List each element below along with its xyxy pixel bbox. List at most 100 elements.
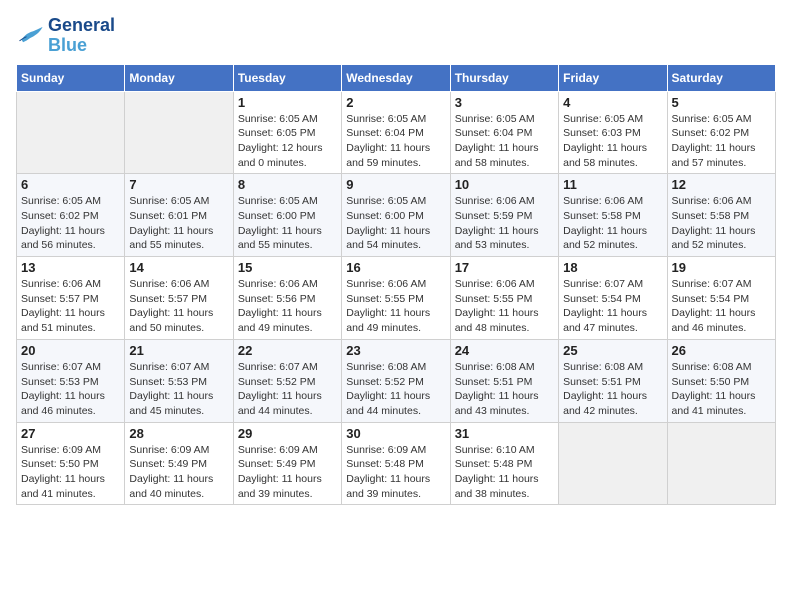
day-number: 10 — [455, 177, 554, 192]
logo-bird-icon — [16, 25, 44, 47]
day-number: 11 — [563, 177, 662, 192]
calendar-cell: 25 Sunrise: 6:08 AM Sunset: 5:51 PM Dayli… — [559, 339, 667, 422]
day-info: Sunrise: 6:05 AM Sunset: 6:04 PM Dayligh… — [455, 112, 554, 171]
day-number: 24 — [455, 343, 554, 358]
day-info: Sunrise: 6:05 AM Sunset: 6:00 PM Dayligh… — [238, 194, 337, 253]
day-number: 4 — [563, 95, 662, 110]
day-info: Sunrise: 6:06 AM Sunset: 5:57 PM Dayligh… — [21, 277, 120, 336]
day-info: Sunrise: 6:05 AM Sunset: 6:00 PM Dayligh… — [346, 194, 445, 253]
day-info: Sunrise: 6:09 AM Sunset: 5:49 PM Dayligh… — [238, 443, 337, 502]
day-header-tuesday: Tuesday — [233, 64, 341, 91]
calendar-cell: 31Sunrise: 6:10 AM Sunset: 5:48 PM Dayli… — [450, 422, 558, 505]
calendar-cell: 7 Sunrise: 6:05 AM Sunset: 6:01 PM Daylig… — [125, 174, 233, 257]
page-header: General Blue — [16, 16, 776, 56]
calendar-cell: 1 Sunrise: 6:05 AM Sunset: 6:05 PM Daylig… — [233, 91, 341, 174]
calendar-cell: 3 Sunrise: 6:05 AM Sunset: 6:04 PM Daylig… — [450, 91, 558, 174]
day-info: Sunrise: 6:06 AM Sunset: 5:58 PM Dayligh… — [672, 194, 771, 253]
day-info: Sunrise: 6:08 AM Sunset: 5:50 PM Dayligh… — [672, 360, 771, 419]
calendar-cell: 14 Sunrise: 6:06 AM Sunset: 5:57 PM Dayli… — [125, 257, 233, 340]
calendar-cell: 16 Sunrise: 6:06 AM Sunset: 5:55 PM Dayli… — [342, 257, 450, 340]
logo: General Blue — [16, 16, 115, 56]
calendar-cell: 2 Sunrise: 6:05 AM Sunset: 6:04 PM Daylig… — [342, 91, 450, 174]
calendar-cell: 18Sunrise: 6:07 AM Sunset: 5:54 PM Dayli… — [559, 257, 667, 340]
day-number: 28 — [129, 426, 228, 441]
day-number: 25 — [563, 343, 662, 358]
day-info: Sunrise: 6:08 AM Sunset: 5:51 PM Dayligh… — [455, 360, 554, 419]
day-info: Sunrise: 6:07 AM Sunset: 5:54 PM Dayligh… — [563, 277, 662, 336]
day-header-saturday: Saturday — [667, 64, 775, 91]
calendar-cell: 27Sunrise: 6:09 AM Sunset: 5:50 PM Dayli… — [17, 422, 125, 505]
day-number: 13 — [21, 260, 120, 275]
day-info: Sunrise: 6:05 AM Sunset: 6:04 PM Dayligh… — [346, 112, 445, 171]
day-number: 20 — [21, 343, 120, 358]
calendar-week-row: 20 Sunrise: 6:07 AM Sunset: 5:53 PM Dayli… — [17, 339, 776, 422]
calendar-cell: 6 Sunrise: 6:05 AM Sunset: 6:02 PM Daylig… — [17, 174, 125, 257]
calendar-cell: 11 Sunrise: 6:06 AM Sunset: 5:58 PM Dayli… — [559, 174, 667, 257]
calendar-cell: 28 Sunrise: 6:09 AM Sunset: 5:49 PM Dayli… — [125, 422, 233, 505]
day-number: 12 — [672, 177, 771, 192]
calendar-cell: 8 Sunrise: 6:05 AM Sunset: 6:00 PM Daylig… — [233, 174, 341, 257]
calendar-cell: 12 Sunrise: 6:06 AM Sunset: 5:58 PM Dayli… — [667, 174, 775, 257]
day-number: 30 — [346, 426, 445, 441]
calendar-cell: 29Sunrise: 6:09 AM Sunset: 5:49 PM Dayli… — [233, 422, 341, 505]
day-number: 5 — [672, 95, 771, 110]
day-info: Sunrise: 6:05 AM Sunset: 6:05 PM Dayligh… — [238, 112, 337, 171]
day-info: Sunrise: 6:08 AM Sunset: 5:51 PM Dayligh… — [563, 360, 662, 419]
day-number: 31 — [455, 426, 554, 441]
calendar-cell: 15 Sunrise: 6:06 AM Sunset: 5:56 PM Dayli… — [233, 257, 341, 340]
calendar-cell: 21Sunrise: 6:07 AM Sunset: 5:53 PM Dayli… — [125, 339, 233, 422]
day-info: Sunrise: 6:07 AM Sunset: 5:52 PM Dayligh… — [238, 360, 337, 419]
logo-text-general: General — [48, 16, 115, 36]
day-number: 2 — [346, 95, 445, 110]
calendar-cell: 26 Sunrise: 6:08 AM Sunset: 5:50 PM Dayli… — [667, 339, 775, 422]
calendar-table: SundayMondayTuesdayWednesdayThursdayFrid… — [16, 64, 776, 506]
day-number: 1 — [238, 95, 337, 110]
calendar-cell — [667, 422, 775, 505]
day-info: Sunrise: 6:07 AM Sunset: 5:53 PM Dayligh… — [129, 360, 228, 419]
day-number: 3 — [455, 95, 554, 110]
calendar-week-row: 1 Sunrise: 6:05 AM Sunset: 6:05 PM Daylig… — [17, 91, 776, 174]
calendar-cell — [559, 422, 667, 505]
logo-text-blue: Blue — [48, 36, 115, 56]
day-number: 9 — [346, 177, 445, 192]
day-number: 8 — [238, 177, 337, 192]
calendar-cell — [17, 91, 125, 174]
day-number: 22 — [238, 343, 337, 358]
day-info: Sunrise: 6:05 AM Sunset: 6:03 PM Dayligh… — [563, 112, 662, 171]
calendar-cell: 23Sunrise: 6:08 AM Sunset: 5:52 PM Dayli… — [342, 339, 450, 422]
day-info: Sunrise: 6:06 AM Sunset: 5:55 PM Dayligh… — [346, 277, 445, 336]
day-number: 15 — [238, 260, 337, 275]
day-info: Sunrise: 6:05 AM Sunset: 6:02 PM Dayligh… — [21, 194, 120, 253]
day-number: 14 — [129, 260, 228, 275]
day-info: Sunrise: 6:09 AM Sunset: 5:50 PM Dayligh… — [21, 443, 120, 502]
day-header-thursday: Thursday — [450, 64, 558, 91]
day-info: Sunrise: 6:07 AM Sunset: 5:54 PM Dayligh… — [672, 277, 771, 336]
day-info: Sunrise: 6:06 AM Sunset: 5:55 PM Dayligh… — [455, 277, 554, 336]
day-number: 7 — [129, 177, 228, 192]
day-info: Sunrise: 6:08 AM Sunset: 5:52 PM Dayligh… — [346, 360, 445, 419]
day-info: Sunrise: 6:06 AM Sunset: 5:57 PM Dayligh… — [129, 277, 228, 336]
day-number: 26 — [672, 343, 771, 358]
day-info: Sunrise: 6:05 AM Sunset: 6:02 PM Dayligh… — [672, 112, 771, 171]
calendar-cell: 13 Sunrise: 6:06 AM Sunset: 5:57 PM Dayli… — [17, 257, 125, 340]
calendar-cell: 10Sunrise: 6:06 AM Sunset: 5:59 PM Dayli… — [450, 174, 558, 257]
calendar-cell: 20 Sunrise: 6:07 AM Sunset: 5:53 PM Dayli… — [17, 339, 125, 422]
calendar-cell: 19 Sunrise: 6:07 AM Sunset: 5:54 PM Dayli… — [667, 257, 775, 340]
calendar-week-row: 27Sunrise: 6:09 AM Sunset: 5:50 PM Dayli… — [17, 422, 776, 505]
day-info: Sunrise: 6:07 AM Sunset: 5:53 PM Dayligh… — [21, 360, 120, 419]
day-info: Sunrise: 6:05 AM Sunset: 6:01 PM Dayligh… — [129, 194, 228, 253]
day-header-friday: Friday — [559, 64, 667, 91]
calendar-cell: 24 Sunrise: 6:08 AM Sunset: 5:51 PM Dayli… — [450, 339, 558, 422]
day-number: 19 — [672, 260, 771, 275]
calendar-cell — [125, 91, 233, 174]
day-number: 6 — [21, 177, 120, 192]
day-info: Sunrise: 6:06 AM Sunset: 5:58 PM Dayligh… — [563, 194, 662, 253]
day-info: Sunrise: 6:06 AM Sunset: 5:56 PM Dayligh… — [238, 277, 337, 336]
day-info: Sunrise: 6:09 AM Sunset: 5:49 PM Dayligh… — [129, 443, 228, 502]
day-info: Sunrise: 6:09 AM Sunset: 5:48 PM Dayligh… — [346, 443, 445, 502]
day-header-monday: Monday — [125, 64, 233, 91]
calendar-cell: 17 Sunrise: 6:06 AM Sunset: 5:55 PM Dayli… — [450, 257, 558, 340]
day-number: 16 — [346, 260, 445, 275]
day-number: 17 — [455, 260, 554, 275]
calendar-cell: 9 Sunrise: 6:05 AM Sunset: 6:00 PM Daylig… — [342, 174, 450, 257]
